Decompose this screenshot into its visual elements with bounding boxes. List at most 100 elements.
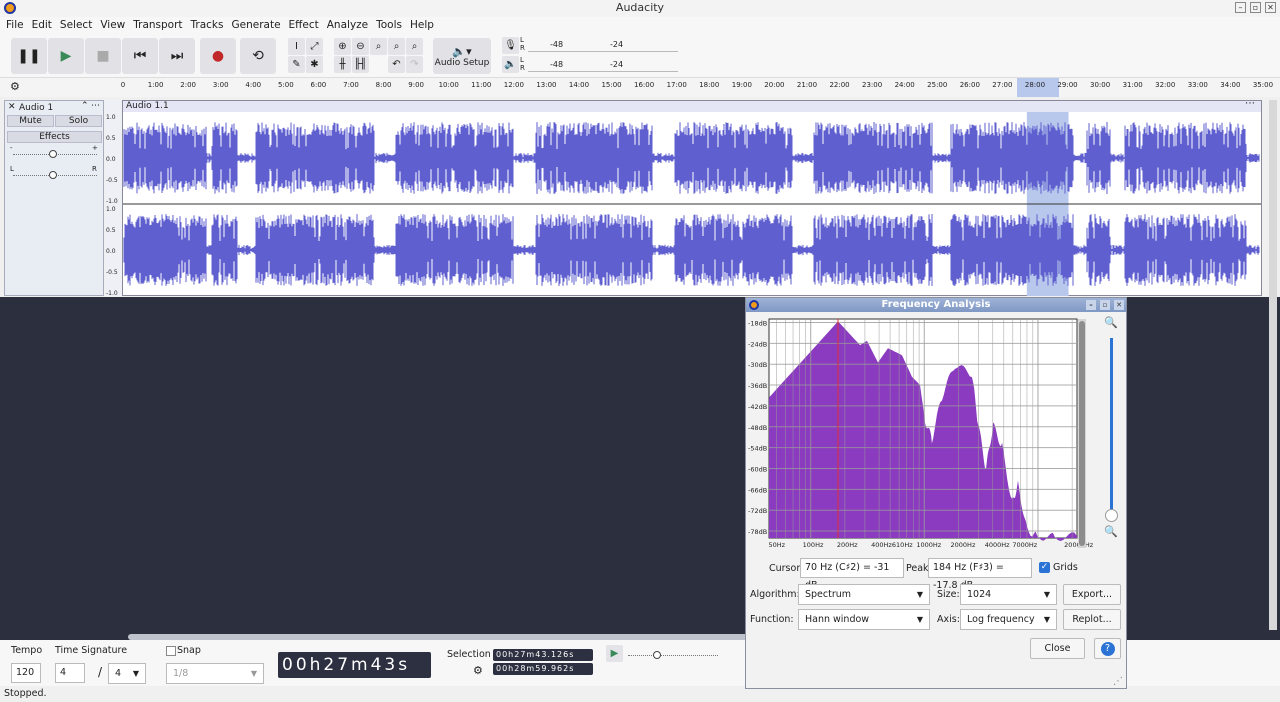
tempo-input[interactable]: 120 — [11, 663, 41, 683]
clip-header[interactable]: Audio 1.1 ⋯ — [123, 98, 1261, 112]
time-signature-denominator[interactable]: 4 — [108, 663, 146, 684]
zoom-out-button[interactable]: ⊖ — [352, 38, 369, 55]
zoom-in-button[interactable]: ⊕ — [334, 38, 351, 55]
undo-button[interactable]: ↶ — [388, 56, 405, 73]
size-select[interactable]: 1024 — [960, 584, 1057, 605]
dialog-close-button[interactable]: ✕ — [1114, 300, 1124, 310]
time-display[interactable]: 00h27m43s — [278, 652, 431, 678]
menu-generate[interactable]: Generate — [227, 17, 284, 34]
envelope-tool[interactable]: ⤢ — [306, 38, 323, 55]
freq-tick-label: 400Hz — [871, 541, 892, 549]
gain-slider-thumb[interactable] — [49, 150, 57, 158]
resize-grip-icon[interactable]: ⋰ — [1113, 676, 1123, 687]
play-at-speed-button[interactable]: ▶ — [606, 645, 623, 662]
undo-icon: ↶ — [392, 59, 401, 70]
mute-button[interactable]: Mute — [7, 115, 54, 127]
solo-button[interactable]: Solo — [55, 115, 102, 127]
menu-tools[interactable]: Tools — [372, 17, 406, 34]
zoom-toggle-button[interactable]: ⌕ — [406, 38, 423, 55]
selection-settings-icon[interactable]: ⚙ — [473, 664, 483, 677]
vertical-zoom-slider[interactable] — [1110, 338, 1113, 513]
ruler-tick: 25:00 — [927, 81, 948, 89]
stop-button[interactable]: ■ — [85, 38, 121, 74]
menu-edit[interactable]: Edit — [28, 17, 56, 34]
draw-tool[interactable]: ✎ — [288, 56, 305, 73]
pause-button[interactable]: ❚❚ — [11, 38, 47, 74]
snap-select[interactable]: 1/8 — [166, 663, 264, 684]
silence-button[interactable]: ╟╢ — [352, 56, 369, 73]
export-button[interactable]: Export... — [1063, 584, 1121, 605]
play-button[interactable]: ▶ — [48, 38, 84, 74]
record-meter-button[interactable]: 🎙 — [502, 37, 519, 54]
vertical-scale: 1.0 0.5 0.0 -0.5 -1.0 1.0 0.5 0.0 -0.5 -1.0 — [105, 100, 122, 297]
menu-transport[interactable]: Transport — [129, 17, 186, 34]
window-title: Audacity — [615, 1, 665, 14]
zoom-slider-thumb[interactable] — [1105, 509, 1118, 522]
menu-analyze[interactable]: Analyze — [323, 17, 372, 34]
redo-button[interactable]: ↷ — [406, 56, 423, 73]
menu-select[interactable]: Select — [56, 17, 96, 34]
ruler-tick: 7:00 — [343, 81, 359, 89]
snap-checkbox[interactable] — [166, 646, 176, 656]
peak-value: 184 Hz (F♯3) = -17.8 dB — [928, 558, 1032, 591]
fit-project-button[interactable]: ⌕ — [388, 38, 405, 55]
fit-selection-button[interactable]: ⌕ — [370, 38, 387, 55]
freq-tick-label: 2000Hz — [951, 541, 976, 549]
record-button[interactable]: ● — [200, 38, 236, 74]
effects-button[interactable]: Effects — [7, 131, 102, 143]
algorithm-select[interactable]: Spectrum — [798, 584, 930, 605]
spectrum-plot[interactable]: -18dB -24dB -30dB -36dB -42dB -48dB -54dB -60dB… — [746, 312, 1126, 552]
menu-tracks[interactable]: Tracks — [187, 17, 228, 34]
audio-setup-button[interactable]: 🔈▾ Audio Setup — [433, 38, 491, 74]
playback-meter[interactable]: -48 -24 — [528, 57, 678, 72]
timeline-ruler[interactable]: ⚙ 0 1:00 2:00 3:00 4:00 5:00 6:00 7:00 8:00 9:00 1… — [0, 78, 1280, 97]
vertical-scrollbar[interactable] — [1269, 100, 1277, 630]
loop-button[interactable]: ⟲ — [240, 38, 276, 74]
selection-start[interactable]: 00h27m43.126s — [493, 649, 593, 661]
grids-checkbox[interactable]: ✓ — [1039, 562, 1050, 573]
menu-help[interactable]: Help — [406, 17, 438, 34]
close-window-button[interactable]: ✕ — [1265, 2, 1276, 13]
time-signature-numerator[interactable]: 4 — [55, 663, 85, 683]
close-track-icon[interactable]: ✕ — [8, 102, 16, 112]
trim-icon: ╫ — [339, 59, 346, 70]
maximize-window-button[interactable]: ▫ — [1250, 2, 1261, 13]
track-menu-icon[interactable]: ⋯ — [91, 101, 100, 111]
dialog-maximize-button[interactable]: ▫ — [1100, 300, 1110, 310]
scale-label: 1.0 — [106, 206, 116, 213]
dialog-title-bar[interactable]: Frequency Analysis ✕ ▫ – — [746, 298, 1126, 312]
axis-select[interactable]: Log frequency — [960, 609, 1057, 630]
close-button[interactable]: Close — [1030, 638, 1085, 659]
skip-end-button[interactable]: ⏭ — [159, 38, 195, 74]
record-meter[interactable]: -48 -24 — [528, 37, 678, 52]
playback-speed-slider[interactable] — [628, 655, 718, 656]
collapse-track-icon[interactable]: ⌃ — [81, 101, 89, 111]
zoom-in-icon[interactable]: 🔍 — [1104, 316, 1118, 329]
pan-slider-thumb[interactable] — [49, 171, 57, 179]
trim-button[interactable]: ╫ — [334, 56, 351, 73]
menu-file[interactable]: File — [2, 17, 28, 34]
waveform-clip[interactable]: Audio 1.1 ⋯ — [122, 98, 1262, 296]
menu-view[interactable]: View — [96, 17, 129, 34]
ruler-tick: 4:00 — [245, 81, 262, 89]
selection-tool[interactable]: I — [288, 38, 305, 55]
playback-meter-button[interactable]: 🔈 — [502, 56, 519, 73]
speed-slider-thumb[interactable] — [653, 651, 661, 659]
cursor-icon: I — [295, 41, 298, 52]
tempo-label: Tempo — [11, 645, 43, 656]
menu-effect[interactable]: Effect — [285, 17, 323, 34]
selection-end[interactable]: 00h28m59.962s — [493, 663, 593, 675]
skip-start-button[interactable]: ⏮ — [122, 38, 158, 74]
function-select[interactable]: Hann window — [798, 609, 930, 630]
timeline-settings-icon[interactable]: ⚙ — [10, 80, 20, 93]
help-button[interactable]: ? — [1094, 638, 1121, 659]
minimize-window-button[interactable]: – — [1235, 2, 1246, 13]
replot-button[interactable]: Replot... — [1063, 609, 1121, 630]
dialog-minimize-button[interactable]: – — [1086, 300, 1096, 310]
clip-menu-icon[interactable]: ⋯ — [1245, 98, 1255, 109]
ruler-tick: 30:00 — [1090, 81, 1111, 89]
plot-scrollbar[interactable] — [1078, 319, 1086, 548]
track-name[interactable]: Audio 1 — [19, 103, 53, 113]
multi-tool[interactable]: ✱ — [306, 56, 323, 73]
zoom-out-icon[interactable]: 🔍 — [1104, 525, 1118, 538]
